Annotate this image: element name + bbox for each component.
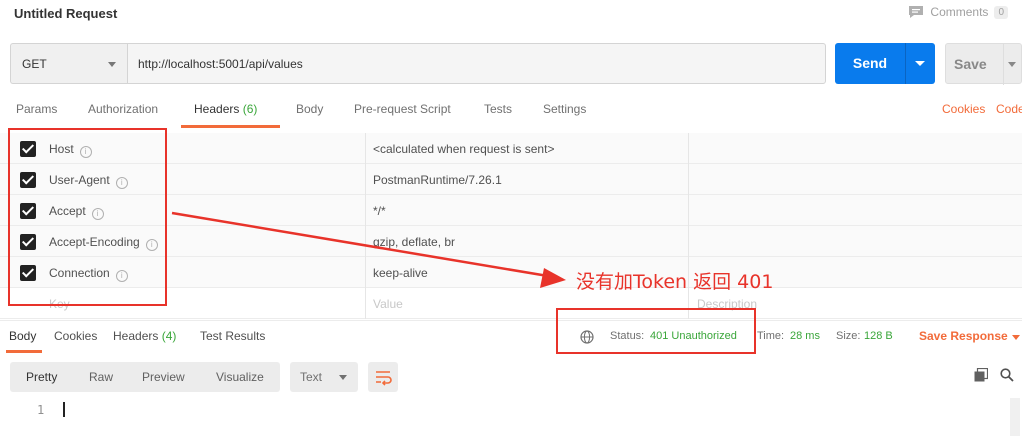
annotation-arrow	[171, 211, 566, 288]
annotation-text: 没有加Token 返回 401	[576, 271, 774, 293]
